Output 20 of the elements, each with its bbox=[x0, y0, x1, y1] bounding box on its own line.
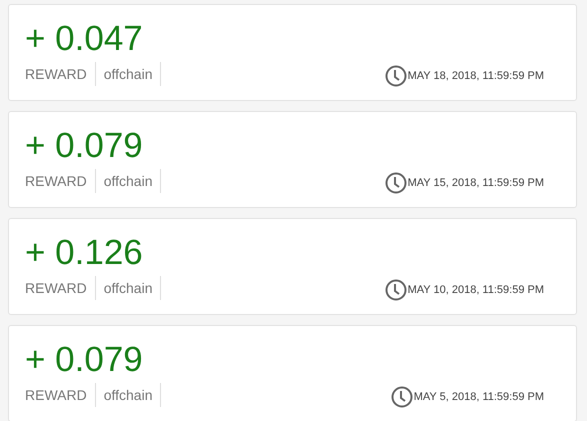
amount-text: + 0.126 bbox=[25, 233, 144, 273]
chain-label: offchain bbox=[96, 276, 162, 300]
date-text: MAY 5, 2018, 11:59:59 PM bbox=[414, 390, 544, 405]
amount-text: + 0.047 bbox=[25, 19, 144, 59]
chain-label: offchain bbox=[96, 383, 162, 407]
amount-text: + 0.079 bbox=[25, 340, 144, 380]
type-label: REWARD bbox=[25, 276, 96, 300]
date-text: MAY 15, 2018, 11:59:59 PM bbox=[408, 176, 544, 191]
clock-icon bbox=[384, 279, 407, 301]
chain-label: offchain bbox=[96, 62, 162, 86]
date-text: MAY 10, 2018, 11:59:59 PM bbox=[408, 282, 544, 298]
chain-label: offchain bbox=[96, 169, 162, 193]
clock-icon bbox=[390, 386, 413, 408]
clock-icon bbox=[384, 65, 407, 87]
amount-text: + 0.079 bbox=[25, 126, 144, 166]
date-text: MAY 18, 2018, 11:59:59 PM bbox=[408, 68, 544, 84]
type-label: REWARD bbox=[25, 383, 96, 407]
type-label: REWARD bbox=[25, 62, 96, 86]
type-label: REWARD bbox=[25, 169, 96, 193]
clock-icon bbox=[384, 172, 407, 194]
